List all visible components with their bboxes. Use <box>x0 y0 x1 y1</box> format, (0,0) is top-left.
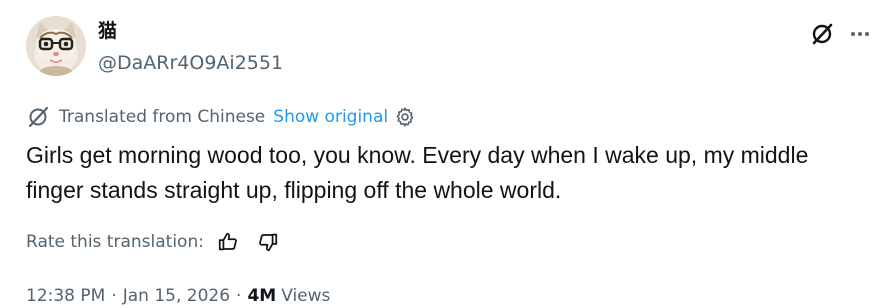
views-count: 4M <box>247 286 277 306</box>
author-name[interactable]: 猫 <box>98 19 117 43</box>
thumbs-up-button[interactable] <box>216 230 240 254</box>
author-handle[interactable]: @DaARr4O9Ai2551 <box>98 51 283 75</box>
avatar[interactable] <box>26 16 86 76</box>
more-options-button[interactable] <box>846 20 874 48</box>
tweet-meta: 12:38 PM · Jan 15, 2026 · 4M Views <box>26 284 330 308</box>
rate-translation: Rate this translation: <box>26 229 280 255</box>
translated-from-label: Translated from Chinese <box>59 107 266 127</box>
cat-avatar-image <box>26 16 86 76</box>
gear-icon <box>396 107 414 127</box>
translation-settings-button[interactable] <box>394 106 416 128</box>
meta-separator: · <box>111 286 117 306</box>
translation-notice: Translated from Chinese Show original <box>26 104 416 130</box>
meta-separator: · <box>236 286 242 306</box>
tweet-time[interactable]: 12:38 PM <box>26 286 105 306</box>
tweet-text: Girls get morning wood too, you know. Ev… <box>26 142 809 203</box>
thumbs-down-icon <box>259 233 278 252</box>
rate-translation-label: Rate this translation: <box>26 232 204 252</box>
translate-icon <box>26 105 50 129</box>
tweet-date[interactable]: Jan 15, 2026 <box>123 286 230 306</box>
views-label: Views <box>281 286 331 306</box>
show-original-link[interactable]: Show original <box>273 107 388 127</box>
more-horizontal-icon <box>851 32 869 36</box>
grok-slash-icon <box>812 23 833 45</box>
thumbs-up-icon <box>218 232 237 251</box>
grok-button[interactable] <box>808 20 836 48</box>
thumbs-down-button[interactable] <box>256 230 280 254</box>
